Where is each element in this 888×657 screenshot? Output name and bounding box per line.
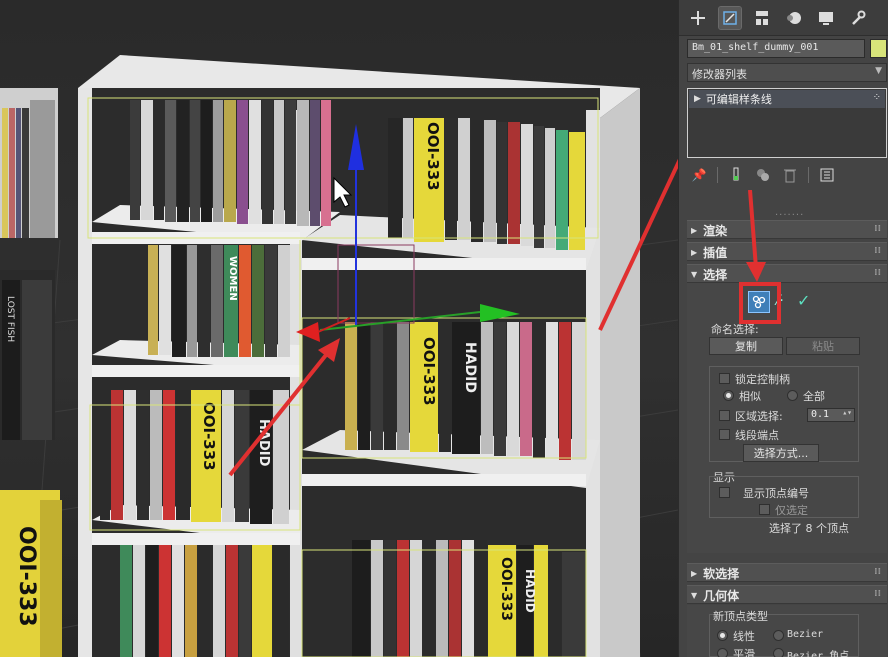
paste-button[interactable]: 粘贴	[786, 337, 860, 355]
viewport-scene: LOST FISH OOI-333 OOI-333 WOMEN OOI-333 …	[0, 55, 678, 657]
select-by-button[interactable]: 选择方式...	[743, 444, 819, 462]
all-label: 全部	[803, 390, 825, 403]
selection-status: 选择了 8 个顶点	[769, 522, 849, 535]
new-vertex-type-label: 新顶点类型	[713, 610, 768, 623]
3d-viewport[interactable]: LOST FISH OOI-333 OOI-333 WOMEN OOI-333 …	[0, 0, 678, 657]
segment-end-checkbox[interactable]	[719, 429, 730, 440]
lock-handles-checkbox[interactable]	[719, 373, 730, 384]
bezier-radio[interactable]	[773, 630, 784, 641]
svg-text:OOI-333: OOI-333	[14, 526, 39, 627]
rollout-selection[interactable]: ▼ 选择 ⁞⁞	[687, 264, 887, 283]
expand-triangle-icon: ▶	[691, 226, 698, 235]
linear-radio[interactable]	[717, 630, 728, 641]
expand-triangle-icon: ▶	[691, 248, 698, 257]
object-color-swatch[interactable]	[870, 39, 887, 58]
show-end-result-icon[interactable]	[727, 166, 745, 184]
book-cover-text: OOI-333	[200, 402, 218, 471]
book-cover-text: OOI-333	[420, 337, 438, 406]
smooth-radio[interactable]	[717, 648, 728, 657]
collapse-triangle-icon: ▼	[691, 270, 698, 279]
remove-modifier-icon[interactable]	[781, 166, 799, 184]
create-tab-icon[interactable]	[687, 7, 709, 29]
area-selection-spinner[interactable]: 0.1 ▴▾	[807, 408, 855, 422]
bezier-corner-radio[interactable]	[773, 648, 784, 657]
hierarchy-tab-icon[interactable]	[751, 7, 773, 29]
rollout-dots-icon: ⁞⁞	[874, 224, 881, 234]
expand-triangle-icon[interactable]: ▶	[694, 94, 701, 104]
rollout-dots-icon: ⁞⁞	[874, 268, 881, 278]
expand-triangle-icon: ▶	[691, 569, 698, 578]
stack-item-label: 可编辑样条线	[705, 93, 772, 106]
copy-button[interactable]: 复制	[709, 337, 783, 355]
lock-handles-label: 锁定控制柄	[735, 373, 790, 386]
stack-item-editable-spline[interactable]: ▶ 可编辑样条线 ⁘	[689, 90, 885, 108]
rollout-dots-icon: ⁞⁞	[874, 246, 881, 256]
rollout-dots-icon: ⁞⁞	[874, 567, 881, 577]
rollout-soft-selection[interactable]: ▶ 软选择 ⁞⁞	[687, 563, 887, 582]
svg-text:LOST FISH: LOST FISH	[5, 296, 15, 342]
sub-object-dots-icon: ⁘	[872, 92, 881, 103]
rollout-title: 软选择	[703, 567, 740, 581]
rollout-title: 渲染	[703, 224, 728, 238]
modify-tab-icon[interactable]	[718, 5, 742, 30]
pin-stack-icon[interactable]: 📌	[690, 166, 708, 184]
alike-label: 相似	[739, 390, 761, 403]
book-cover-text: HADID	[462, 342, 478, 393]
rollout-title: 选择	[703, 268, 728, 282]
modifier-list-dropdown[interactable]: 修改器列表 ▼	[687, 63, 887, 82]
book-cover-text: OOI-333	[498, 557, 514, 621]
rollout-rendering[interactable]: ▶ 渲染 ⁞⁞	[687, 220, 887, 239]
rollout-geometry[interactable]: ▼ 几何体 ⁞⁞	[687, 585, 887, 604]
highlight-box	[739, 282, 781, 324]
book-cover-text: WOMEN	[227, 256, 238, 301]
show-vertex-numbers-checkbox[interactable]	[719, 487, 730, 498]
area-selection-checkbox[interactable]	[719, 410, 730, 421]
chevron-down-icon: ▼	[875, 66, 882, 76]
make-unique-icon[interactable]	[754, 166, 772, 184]
spline-subobject-icon[interactable]: ✓	[797, 291, 810, 310]
configure-modifier-sets-icon[interactable]	[818, 166, 836, 184]
rollout-dots-icon: ⁞⁞	[874, 589, 881, 599]
modifier-list-label: 修改器列表	[692, 68, 747, 81]
rollout-title: 插值	[703, 246, 728, 260]
alike-radio[interactable]	[723, 390, 734, 401]
smooth-label: 平滑	[733, 648, 755, 657]
spinner-arrows-icon[interactable]: ▴▾	[842, 408, 852, 417]
background-books-left: LOST FISH OOI-333	[0, 88, 62, 657]
rollout-title: 几何体	[703, 589, 740, 603]
segment-end-label: 线段端点	[735, 429, 779, 442]
command-panel: Bm_01_shelf_dummy_001 修改器列表 ▼ ▶ 可编辑样条线 ⁘…	[678, 0, 888, 657]
object-name-field[interactable]: Bm_01_shelf_dummy_001	[687, 39, 865, 58]
linear-label: 线性	[733, 630, 755, 643]
modifier-stack[interactable]: ▶ 可编辑样条线 ⁘	[687, 88, 887, 158]
selected-only-label: 仅选定	[775, 504, 808, 517]
toolbar-separator	[808, 167, 809, 183]
toolbar-separator	[717, 167, 718, 183]
utilities-tab-icon[interactable]	[847, 7, 869, 29]
stack-toolbar: 📌	[687, 164, 887, 186]
collapse-triangle-icon: ▼	[691, 591, 698, 600]
command-panel-tabs	[679, 0, 888, 36]
book-cover-text: HADID	[523, 569, 537, 613]
bezier-label: Bezier	[787, 629, 824, 640]
motion-tab-icon[interactable]	[783, 7, 805, 29]
area-selection-label: 区域选择:	[735, 410, 783, 423]
all-radio[interactable]	[787, 390, 798, 401]
selected-only-checkbox[interactable]	[759, 504, 770, 515]
book-cover-text: OOI-333	[424, 122, 442, 191]
annotation-arrow-down-icon	[746, 190, 766, 282]
show-vertex-numbers-label: 显示顶点编号	[743, 487, 809, 500]
display-tab-icon[interactable]	[815, 7, 837, 29]
area-selection-value: 0.1	[811, 409, 830, 420]
bezier-corner-label: Bezier 角点	[787, 651, 850, 657]
rollout-interpolation[interactable]: ▶ 插值 ⁞⁞	[687, 242, 887, 261]
books-row-3: OOI-333 HADID	[100, 390, 289, 524]
